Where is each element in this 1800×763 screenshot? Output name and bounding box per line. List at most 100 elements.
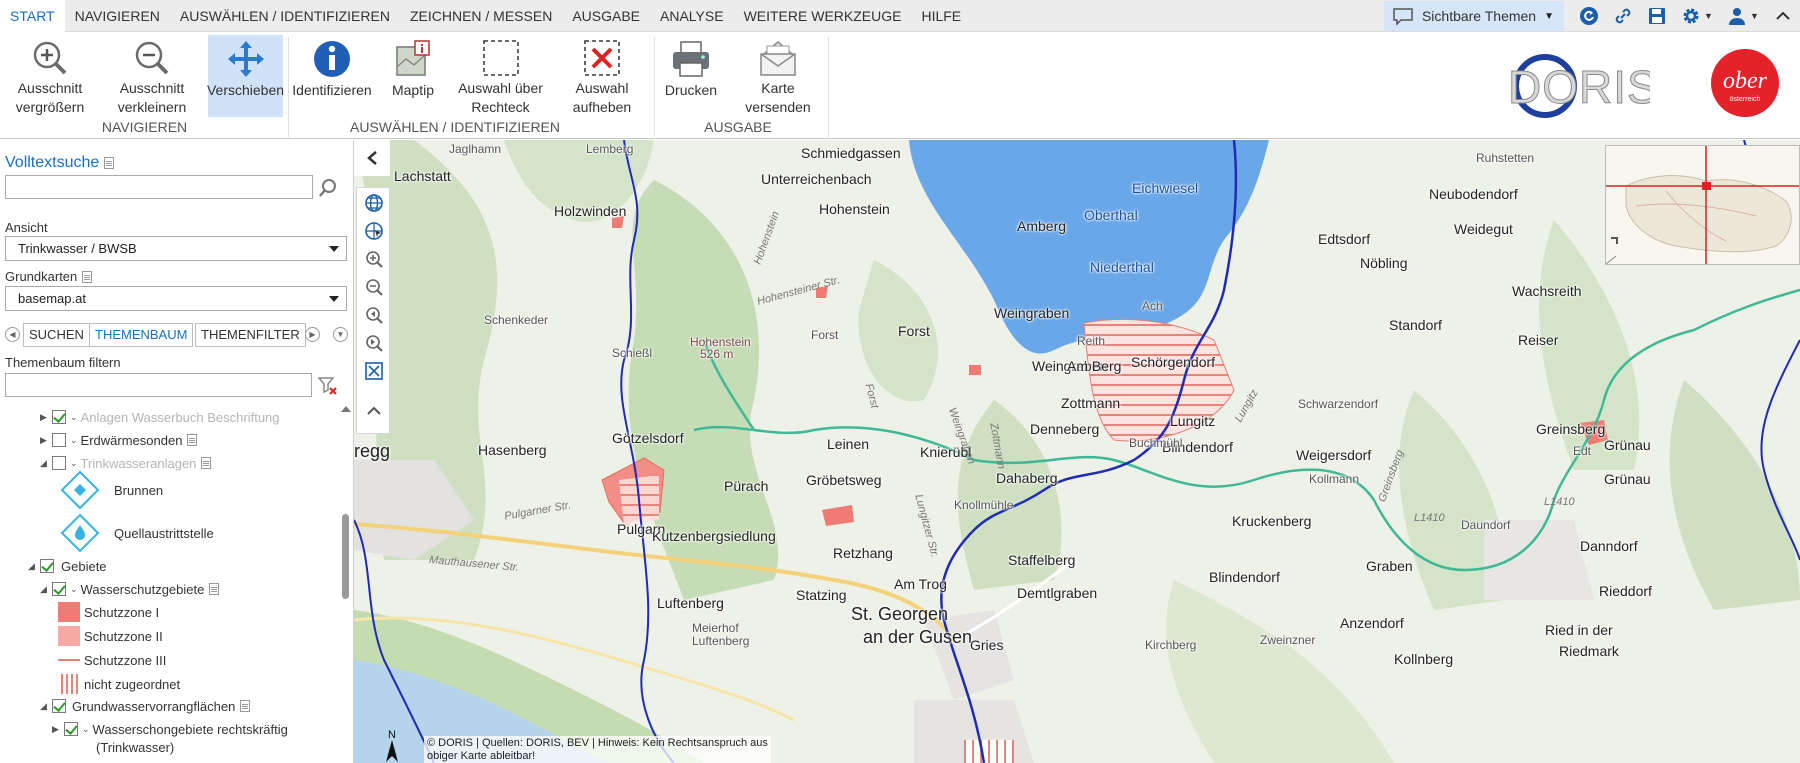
document-icon[interactable] [201,457,212,469]
collapse-tools-button[interactable] [363,400,385,422]
tabs-scroll-right-icon[interactable]: ▶ [305,327,320,342]
tree-checkbox[interactable] [40,559,54,573]
chevron-down-icon: ⌄ [70,434,78,445]
send-map-button[interactable]: Karte versenden [738,35,818,117]
map-road-label: L1410 [1544,496,1575,508]
menu-tab-zeichnen[interactable]: ZEICHNEN / MESSEN [400,0,562,32]
save-button[interactable] [1640,0,1674,32]
link-button[interactable] [1606,0,1640,32]
map-label: Grünau [1604,471,1651,487]
map-tools-bar [356,187,390,434]
map-label: Schörgendorf [1131,354,1216,370]
map-view[interactable]: Schmiedgassen Eichwiesel Neubodendorf We… [354,140,1800,763]
document-icon[interactable] [240,700,251,712]
fulltext-search-title-text: Volltextsuche [5,154,100,171]
tab-suchen[interactable]: SUCHEN [23,323,90,347]
search-icon[interactable] [318,178,338,198]
clear-selection-label: Auswahl aufheben [572,80,632,115]
tree-checkbox[interactable] [52,582,66,596]
tree-checkbox[interactable] [52,456,66,470]
tree-checkbox[interactable] [52,433,66,447]
globe-button[interactable] [363,192,385,214]
scrollbar-thumb[interactable] [342,514,349,599]
tree-item-label: (Trinkwasser) [96,739,175,755]
collapse-icon[interactable]: ◢ [40,701,52,712]
settings-button[interactable]: ▼ [1674,0,1720,32]
user-button[interactable]: ▼ [1720,0,1766,32]
map-label: Knollmühle [954,498,1014,512]
expand-icon[interactable]: ▶ [40,412,52,423]
document-icon[interactable] [104,157,115,169]
tree-checkbox[interactable] [64,722,78,736]
menu-tab-analyse[interactable]: ANALYSE [650,0,734,32]
tree-item-gebiete[interactable]: ◢ Gebiete [28,556,107,576]
menu-tab-navigieren[interactable]: NAVIGIEREN [65,0,170,32]
scroll-up-icon[interactable] [341,406,351,412]
map-zoom-out-button[interactable] [363,276,385,298]
map-label: Dahaberg [996,470,1058,486]
tree-filter-input[interactable] [5,373,312,397]
visible-themes-dropdown[interactable]: Sichtbare Themen ▼ [1383,1,1564,31]
basemap-label: Grundkarten [5,269,93,284]
collapse-icon[interactable]: ◢ [40,584,52,595]
view-select[interactable]: Trinkwasser / BWSB [5,236,347,261]
document-icon[interactable] [187,434,198,446]
map-label: Buchmühl [1129,436,1183,450]
document-icon[interactable] [82,270,93,283]
maptip-button[interactable]: Maptip [385,35,441,117]
menu-tab-hilfe[interactable]: HILFE [911,0,971,32]
tree-item-grundwasservorrang[interactable]: ◢ Grundwasservorrangflächen [40,696,251,716]
collapse-sidebar-button[interactable] [354,140,390,176]
tree-item-erdwaerme[interactable]: ▶ ⌄ Erdwärmesonden [40,430,198,450]
overview-map[interactable] [1605,145,1800,265]
ribbon-group-navigieren: NAVIGIEREN [101,119,188,135]
tabs-menu-icon[interactable]: ▼ [333,327,348,342]
legend-label: Schutzzone II [84,628,163,644]
previous-extent-button[interactable] [363,304,385,326]
document-icon[interactable] [209,583,220,595]
basemap-select[interactable]: basemap.at [5,286,347,311]
zoom-out-button[interactable]: Ausschnitt verkleinern [108,35,196,117]
tree-scrollbar[interactable] [340,402,352,763]
zoom-in-button[interactable]: Ausschnitt vergrößern [6,35,94,117]
collapse-icon[interactable]: ◢ [40,458,52,469]
tree-checkbox[interactable] [52,699,66,713]
chevron-down-icon: ⌄ [70,457,78,468]
tree-item-wasserschongebiete[interactable]: ▶ ⌄ Wasserschongebiete rechtskräftig [52,719,288,739]
map-road-label: L1410 [1414,512,1445,524]
menu-tab-start[interactable]: START [0,0,65,32]
collapse-icon[interactable]: ◢ [28,561,40,572]
map-label: Schwarzendorf [1298,397,1379,411]
tree-item-wasserschutzgebiete[interactable]: ◢ ⌄ Wasserschutzgebiete [40,579,220,599]
view-select-value: Trinkwasser / BWSB [18,241,137,256]
tab-themenfilter[interactable]: THEMENFILTER [195,323,306,347]
menu-tab-weitere[interactable]: WEITERE WERKZEUGE [734,0,912,32]
fulltext-search-input[interactable] [5,175,313,199]
fullscreen-button[interactable] [363,360,385,382]
collapse-ribbon-button[interactable] [1766,0,1800,32]
identify-button[interactable]: Identifizieren [290,35,374,117]
full-extent-button[interactable] [363,220,385,242]
next-extent-button[interactable] [363,332,385,354]
expand-icon[interactable]: ▶ [40,435,52,446]
print-button[interactable]: Drucken [658,35,724,117]
zoom-out-icon [366,279,383,296]
pan-button[interactable]: Verschieben [207,35,284,117]
menu-tab-auswaehlen[interactable]: AUSWÄHLEN / IDENTIFIZIEREN [170,0,400,32]
tabs-scroll-left-icon[interactable]: ◀ [5,327,20,342]
map-label: Standorf [1389,317,1442,333]
map-zoom-in-button[interactable] [363,248,385,270]
tree-checkbox[interactable] [52,410,66,424]
tab-themenbaum[interactable]: THEMENBAUM [89,323,194,347]
map-label: Daundorf [1461,518,1511,532]
refresh-button[interactable] [1572,0,1606,32]
expand-icon[interactable]: ▶ [52,724,64,735]
select-rectangle-button[interactable]: Auswahl über Rechteck [453,35,548,117]
clear-filter-icon[interactable] [318,376,338,396]
map-label: Rieddorf [1599,583,1652,599]
menu-tab-ausgabe[interactable]: AUSGABE [562,0,650,32]
tree-item-anlagen[interactable]: ▶ ⌄ Anlagen Wasserbuch Beschriftung [40,407,280,427]
user-icon [1729,8,1746,25]
clear-selection-button[interactable]: Auswahl aufheben [562,35,642,117]
chevron-down-icon: ▼ [1750,11,1759,21]
